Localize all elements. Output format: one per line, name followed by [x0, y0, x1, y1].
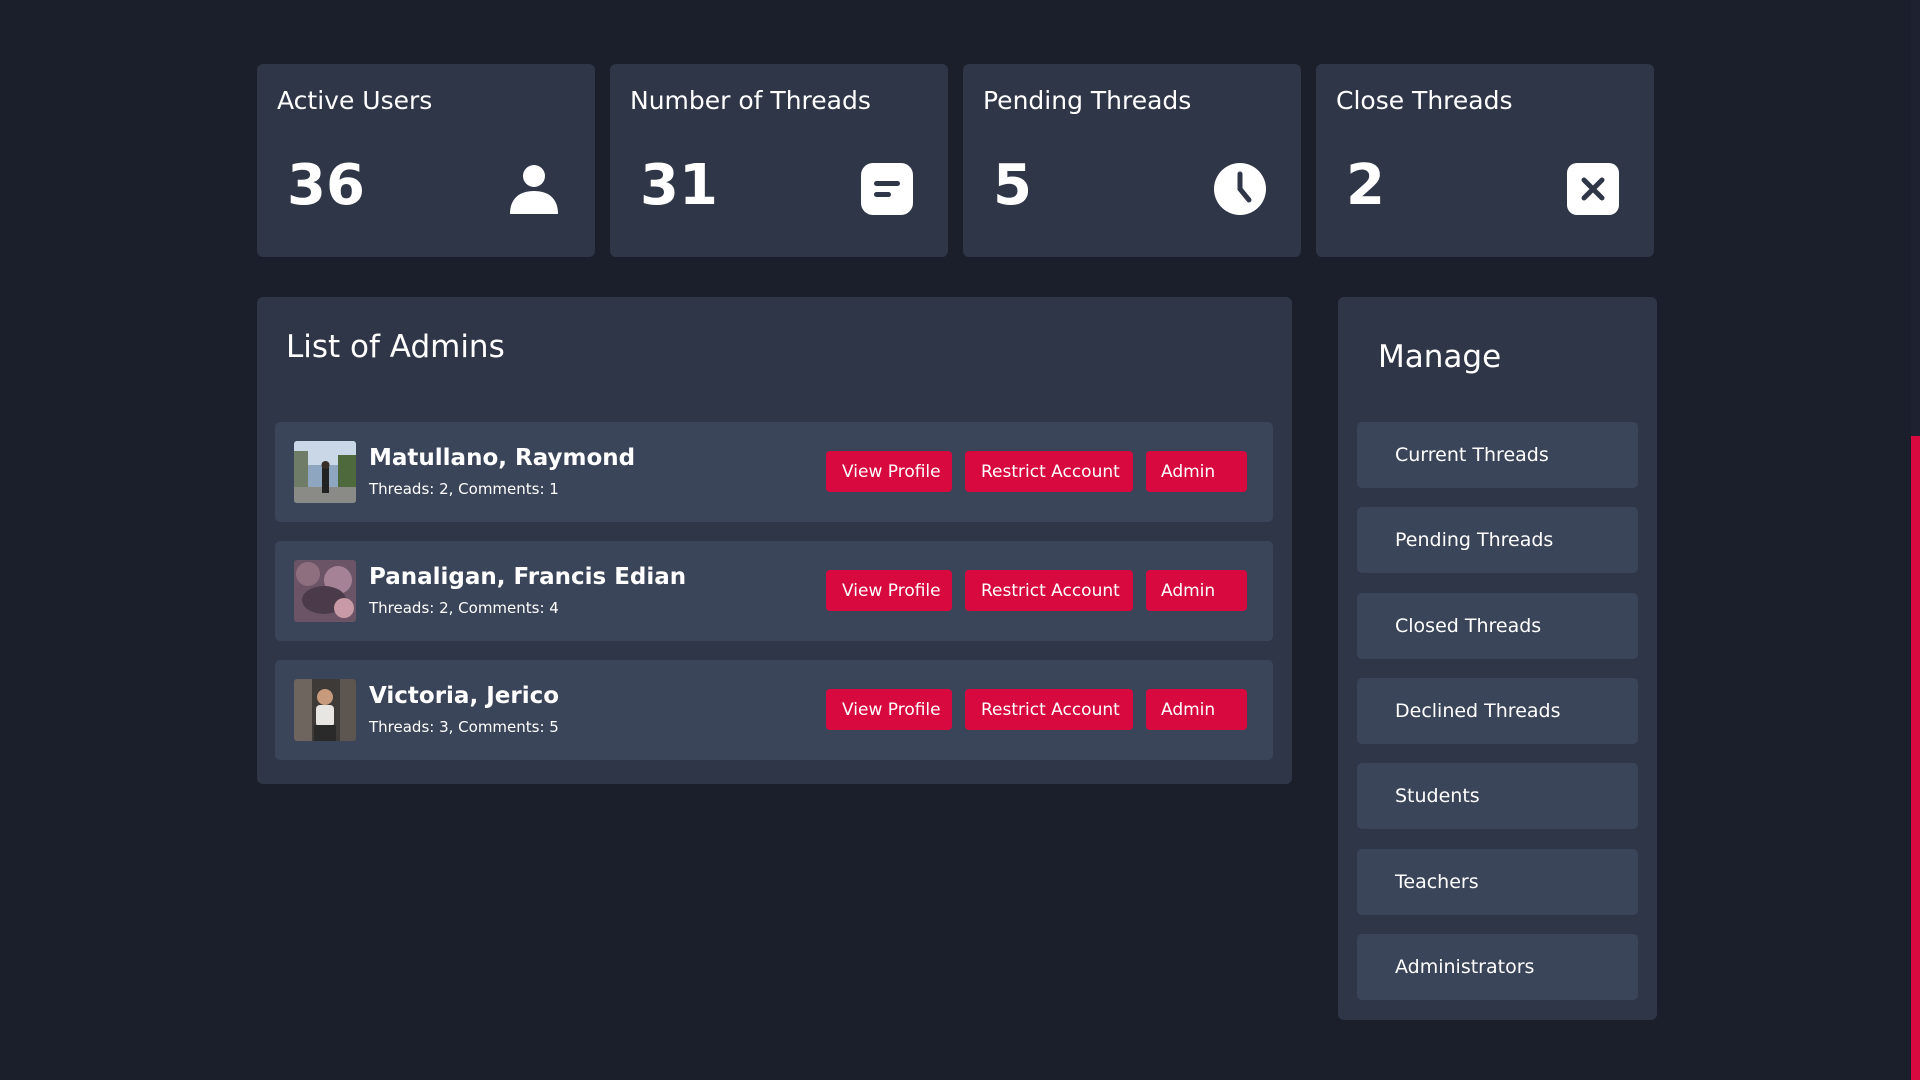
manage-item-teachers[interactable]: Teachers [1357, 849, 1638, 915]
admin-name: Victoria, Jerico [369, 683, 560, 709]
view-profile-button[interactable]: View Profile [826, 570, 952, 611]
manage-item-students[interactable]: Students [1357, 763, 1638, 829]
row-actions: View Profile Restrict Account Admin [826, 451, 1247, 492]
admin-row: Panaligan, Francis Edian Threads: 2, Com… [275, 541, 1273, 641]
stat-card-pending: Pending Threads 5 [963, 64, 1301, 257]
admin-role-button[interactable]: Admin [1146, 689, 1247, 730]
stat-title: Close Threads [1336, 86, 1513, 115]
manage-panel: Manage Current Threads Pending Threads C… [1338, 297, 1657, 1020]
admin-row: Victoria, Jerico Threads: 3, Comments: 5… [275, 660, 1273, 760]
stat-title: Number of Threads [630, 86, 871, 115]
restrict-account-button[interactable]: Restrict Account [965, 570, 1133, 611]
admins-title: List of Admins [286, 329, 505, 365]
clock-icon [1213, 162, 1267, 216]
message-icon [860, 162, 914, 216]
user-icon [507, 162, 561, 216]
manage-item-pending-threads[interactable]: Pending Threads [1357, 507, 1638, 573]
stat-title: Pending Threads [983, 86, 1192, 115]
admins-panel: List of Admins Matullano, Raymond Thread… [257, 297, 1292, 784]
view-profile-button[interactable]: View Profile [826, 689, 952, 730]
manage-item-current-threads[interactable]: Current Threads [1357, 422, 1638, 488]
admin-name: Panaligan, Francis Edian [369, 564, 687, 590]
stat-card-closed: Close Threads 2 [1316, 64, 1654, 257]
avatar [294, 560, 356, 622]
manage-item-declined-threads[interactable]: Declined Threads [1357, 678, 1638, 744]
manage-item-administrators[interactable]: Administrators [1357, 934, 1638, 1000]
stat-title: Active Users [277, 86, 433, 115]
avatar [294, 441, 356, 503]
stats-row: Active Users 36 Number of Threads 31 Pen… [257, 64, 1654, 257]
dashboard-page: Active Users 36 Number of Threads 31 Pen… [0, 0, 1920, 1080]
admin-stats: Threads: 2, Comments: 1 [369, 480, 559, 498]
admin-row: Matullano, Raymond Threads: 2, Comments:… [275, 422, 1273, 522]
restrict-account-button[interactable]: Restrict Account [965, 689, 1133, 730]
stat-value: 31 [640, 153, 718, 218]
admin-role-button[interactable]: Admin [1146, 451, 1247, 492]
scrollbar-thumb[interactable] [1911, 436, 1920, 1080]
restrict-account-button[interactable]: Restrict Account [965, 451, 1133, 492]
stat-card-active-users: Active Users 36 [257, 64, 595, 257]
view-profile-button[interactable]: View Profile [826, 451, 952, 492]
manage-item-closed-threads[interactable]: Closed Threads [1357, 593, 1638, 659]
stat-value: 5 [993, 153, 1032, 218]
admin-role-button[interactable]: Admin [1146, 570, 1247, 611]
stat-value: 36 [287, 153, 365, 218]
row-actions: View Profile Restrict Account Admin [826, 570, 1247, 611]
stat-card-threads: Number of Threads 31 [610, 64, 948, 257]
row-actions: View Profile Restrict Account Admin [826, 689, 1247, 730]
stat-value: 2 [1346, 153, 1385, 218]
admin-stats: Threads: 2, Comments: 4 [369, 599, 559, 617]
scrollbar[interactable] [1911, 0, 1920, 1080]
manage-title: Manage [1378, 339, 1502, 375]
close-icon [1566, 162, 1620, 216]
avatar [294, 679, 356, 741]
admin-name: Matullano, Raymond [369, 445, 636, 471]
admin-stats: Threads: 3, Comments: 5 [369, 718, 559, 736]
